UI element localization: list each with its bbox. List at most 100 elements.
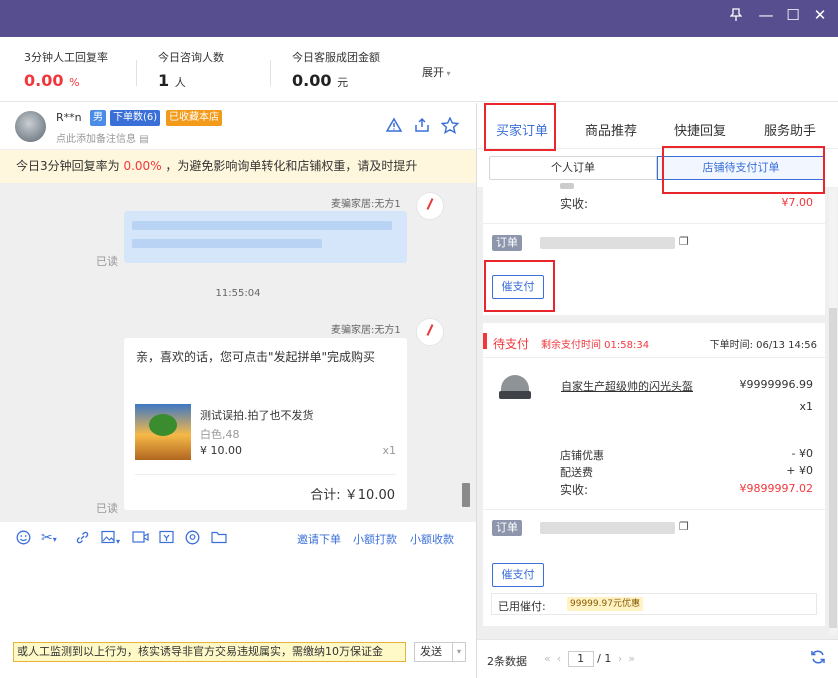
chat-toolbar: ✂▾ ▾ 邀请下单 小额打款 小额收款 <box>0 522 476 552</box>
message-composer[interactable]: 或人工监测到以上行为，核实诱导非官方交易违规属实，需缴纳10万保证金 发送 ▾ <box>0 552 476 678</box>
discount-label: 店铺优惠 <box>560 447 604 463</box>
stats-bar: 3分钟人工回复率 0.00 % 今日咨询人数 1 人 今日客服成团金额 0.00… <box>0 37 838 102</box>
reply-rate-notice: 今日3分钟回复率为 0.00% ，为避免影响询单转化和店铺权重，请及时提升 <box>0 150 476 183</box>
tab-service-assistant[interactable]: 服务助手 <box>764 120 816 139</box>
used-urge-label: 已用催付: <box>498 598 546 614</box>
window-title-bar: — ☐ ✕ <box>0 0 838 37</box>
product-image[interactable] <box>135 404 191 460</box>
highlight-box <box>484 103 556 151</box>
add-note-link[interactable]: 点此添加备注信息 ▤ <box>56 130 149 145</box>
tab-personal-orders[interactable]: 个人订单 <box>489 156 657 180</box>
order-time: 下单时间: 06/13 14:56 <box>710 336 817 351</box>
scissors-icon[interactable]: ✂▾ <box>41 530 57 546</box>
product-qty: x1 <box>799 400 813 413</box>
gender-badge: 男 <box>90 110 106 126</box>
read-status: 已读 <box>96 500 118 516</box>
message-sender: 麦骗家居:无方1 <box>331 195 401 210</box>
tab-product-recommend[interactable]: 商品推荐 <box>585 120 637 139</box>
small-pay-link[interactable]: 小额打款 <box>353 531 397 547</box>
divider <box>483 223 825 224</box>
pagination-footer: 2条数据 « ‹ 1 / 1 › » <box>477 639 838 678</box>
agent-avatar <box>416 318 444 346</box>
record-count: 2条数据 <box>487 653 527 669</box>
reply-rate-stat: 3分钟人工回复率 0.00 % <box>24 49 108 90</box>
highlight-box <box>484 260 555 312</box>
pin-icon[interactable] <box>722 0 750 30</box>
order-status: 待支付 <box>493 335 529 352</box>
customer-name: R**n <box>56 111 82 124</box>
message-time: 11:55:04 <box>0 288 476 299</box>
order-id-masked <box>540 522 675 534</box>
folder-icon[interactable] <box>211 530 227 548</box>
order-badge: 订单 <box>492 235 522 251</box>
order-card: 待支付 剩余支付时间 01:58:34 下单时间: 06/13 14:56 自家… <box>483 323 825 626</box>
reply-rate-label: 3分钟人工回复率 <box>24 49 108 65</box>
quick-phrase-input[interactable]: 或人工监测到以上行为，核实诱导非官方交易违规属实，需缴纳10万保证金 <box>13 642 406 662</box>
product-title[interactable]: 自家生产超级帅的闪光头盔 <box>561 378 693 394</box>
page-input[interactable]: 1 <box>568 651 594 667</box>
divider <box>136 60 137 86</box>
chat-history: 麦骗家居:无方1 已读 11:55:04 麦骗家居:无方1 亲，喜欢的话，您可点… <box>0 183 476 522</box>
shipping-label: 配送费 <box>560 464 593 480</box>
video-icon[interactable] <box>132 530 149 548</box>
maximize-button[interactable]: ☐ <box>779 0 807 30</box>
minimize-button[interactable]: — <box>752 0 780 30</box>
amount-value: 0.00 元 <box>292 71 380 90</box>
next-page-icon[interactable]: › <box>618 652 622 665</box>
small-receive-link[interactable]: 小额收款 <box>410 531 454 547</box>
divider <box>270 60 271 86</box>
send-button[interactable]: 发送 ▾ <box>414 642 466 662</box>
expand-toggle[interactable]: 展开 ▾ <box>422 64 451 80</box>
chat-panel: R**n 男 下单数(6) 已收藏本店 点此添加备注信息 ▤ 今日3分钟回复率为… <box>0 103 476 678</box>
prev-page-icon[interactable]: ‹ <box>557 652 561 665</box>
used-urge-value: 99999.97元优惠 <box>567 597 643 611</box>
close-button[interactable]: ✕ <box>806 0 834 30</box>
pagination: « ‹ 1 / 1 › » <box>541 651 638 667</box>
consult-label: 今日咨询人数 <box>158 49 224 65</box>
agent-avatar <box>416 192 444 220</box>
paid-amount: ¥9899997.02 <box>740 482 813 495</box>
order-icon[interactable] <box>185 530 200 549</box>
emoji-icon[interactable] <box>16 530 31 549</box>
collected-badge: 已收藏本店 <box>166 110 222 126</box>
warning-icon[interactable] <box>386 117 402 137</box>
message-text: 亲，喜欢的话，您可点击"发起拼单"完成购买 <box>136 347 396 367</box>
product-price: ¥ 10.00 <box>200 444 242 457</box>
copy-icon[interactable]: ❐ <box>679 520 689 533</box>
amount-stat: 今日客服成团金额 0.00 元 <box>292 49 380 90</box>
blurred-message <box>124 211 407 263</box>
product-title[interactable]: 测试误拍.拍了也不发货 <box>200 407 314 423</box>
copy-icon[interactable]: ❐ <box>679 235 689 248</box>
reply-rate-value: 0.00 % <box>24 71 108 90</box>
last-page-icon[interactable]: » <box>628 652 635 665</box>
product-image[interactable] <box>497 371 537 411</box>
order-scrollbar[interactable] <box>829 188 837 635</box>
first-page-icon[interactable]: « <box>544 652 551 665</box>
avatar[interactable] <box>15 111 46 142</box>
invite-order-link[interactable]: 邀请下单 <box>297 531 341 547</box>
product-qty: x1 <box>382 444 396 457</box>
consult-stat: 今日咨询人数 1 人 <box>158 49 224 90</box>
amount-label: 今日客服成团金额 <box>292 49 380 65</box>
refresh-icon[interactable] <box>810 649 826 669</box>
chat-scrollbar[interactable] <box>462 483 470 507</box>
consult-value: 1 人 <box>158 71 224 90</box>
highlight-box <box>662 146 825 194</box>
total-pages: / 1 <box>597 652 611 665</box>
product-spec: 白色,48 <box>200 426 240 442</box>
share-icon[interactable] <box>414 117 430 137</box>
product-message-card: 亲，喜欢的话，您可点击"发起拼单"完成购买 测试误拍.拍了也不发货 白色,48 … <box>124 338 407 510</box>
image-icon[interactable]: ▾ <box>101 530 120 548</box>
tab-quick-reply[interactable]: 快捷回复 <box>674 120 726 139</box>
order-badge: 订单 <box>492 520 522 536</box>
star-icon[interactable] <box>441 117 459 138</box>
divider <box>135 474 396 475</box>
coupon-icon[interactable] <box>159 530 174 548</box>
urge-payment-button[interactable]: 催支付 <box>492 563 544 587</box>
paid-amount: ¥7.00 <box>782 196 814 209</box>
remaining-pay-time: 剩余支付时间 01:58:34 <box>541 336 649 351</box>
link-icon[interactable] <box>75 530 90 549</box>
used-urge-info: 已用催付: 99999.97元优惠 <box>491 593 817 615</box>
order-id-masked <box>540 237 675 249</box>
send-options-chevron-icon[interactable]: ▾ <box>452 643 465 661</box>
